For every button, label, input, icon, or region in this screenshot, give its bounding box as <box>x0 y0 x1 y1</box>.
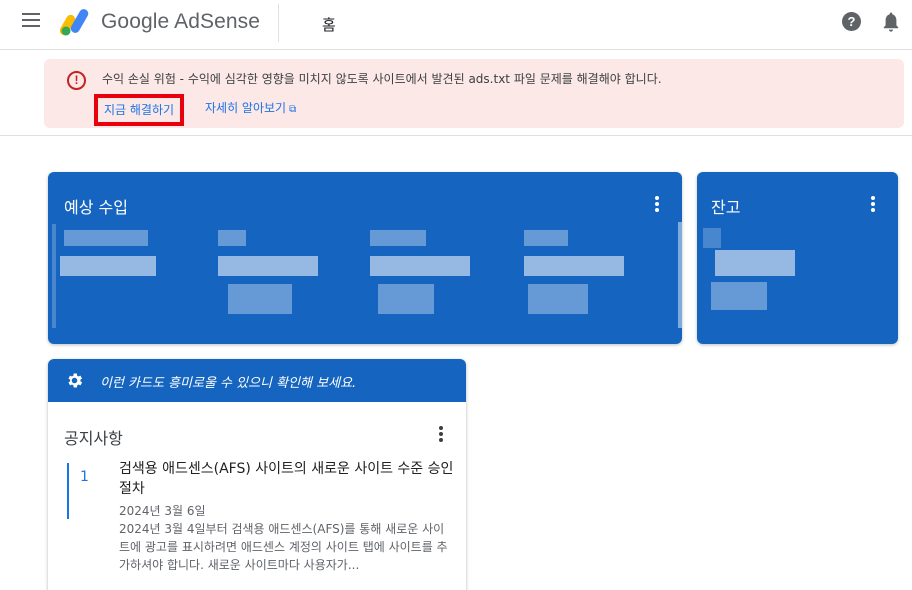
fix-now-link[interactable]: 지금 해결하기 <box>94 94 184 126</box>
more-options-icon[interactable] <box>654 196 660 214</box>
announcement-title-link[interactable]: 검색용 애드센스(AFS) 사이트의 새로운 사이트 수준 승인 절차 <box>119 459 459 499</box>
redacted-value <box>52 224 56 328</box>
redacted-value <box>524 230 568 246</box>
redacted-value <box>370 256 470 276</box>
gear-icon <box>68 373 83 388</box>
suggestion-text: 이런 카드도 흥미로울 수 있으니 확인해 보세요. <box>100 376 357 391</box>
redacted-value <box>528 284 588 314</box>
redacted-value <box>218 256 318 276</box>
announcement-date: 2024년 3월 6일 <box>119 504 206 518</box>
estimated-earnings-card[interactable]: 예상 수입 <box>48 172 682 344</box>
app-name: Google AdSense <box>101 10 261 33</box>
card-title: 공지사항 <box>64 429 123 448</box>
redacted-value <box>64 230 148 246</box>
balance-card[interactable]: 잔고 <box>697 172 898 344</box>
more-options-icon[interactable] <box>438 426 444 444</box>
open-in-new-icon: ⧉ <box>289 104 297 115</box>
error-icon: ! <box>67 71 86 90</box>
redacted-value <box>228 284 292 314</box>
list-item-accent-bar <box>67 463 69 519</box>
more-options-icon[interactable] <box>870 196 876 214</box>
redacted-value <box>711 282 767 310</box>
scrollbar[interactable] <box>678 222 682 328</box>
redacted-value <box>60 256 156 276</box>
ads-txt-alert-banner: ! 수익 손실 위험 - 수익에 심각한 영향을 미치지 않도록 사이트에서 발… <box>44 59 904 128</box>
redacted-value <box>370 230 426 246</box>
page-title: 홈 <box>322 16 336 34</box>
header-divider <box>278 4 279 42</box>
redacted-value <box>715 250 795 276</box>
redacted-value <box>218 230 246 246</box>
content-divider <box>0 135 912 136</box>
announcement-body: 2024년 3월 4일부터 검색용 애드센스(AFS)를 통해 새로운 사이트에… <box>119 522 448 572</box>
announcements-card: 이런 카드도 흥미로울 수 있으니 확인해 보세요. 공지사항 1 검색용 애드… <box>48 359 466 590</box>
suggestion-banner: 이런 카드도 흥미로울 수 있으니 확인해 보세요. <box>48 359 466 402</box>
redacted-value <box>378 284 434 314</box>
alert-message: 수익 손실 위험 - 수익에 심각한 영향을 미치지 않도록 사이트에서 발견된… <box>102 72 662 86</box>
hamburger-menu-icon[interactable] <box>22 13 42 31</box>
learn-more-label: 자세히 알아보기 <box>205 101 287 115</box>
card-title: 잔고 <box>711 198 741 217</box>
help-icon[interactable]: ? <box>842 12 861 31</box>
list-item-number: 1 <box>80 469 89 485</box>
top-app-bar: Google AdSense 홈 ? <box>0 0 912 50</box>
redacted-value <box>524 256 624 276</box>
notification-bell-icon[interactable] <box>882 11 900 33</box>
redacted-value <box>703 228 721 248</box>
card-title: 예상 수입 <box>64 198 128 217</box>
adsense-logo-icon <box>60 9 89 36</box>
learn-more-link[interactable]: 자세히 알아보기 ⧉ <box>205 99 296 116</box>
